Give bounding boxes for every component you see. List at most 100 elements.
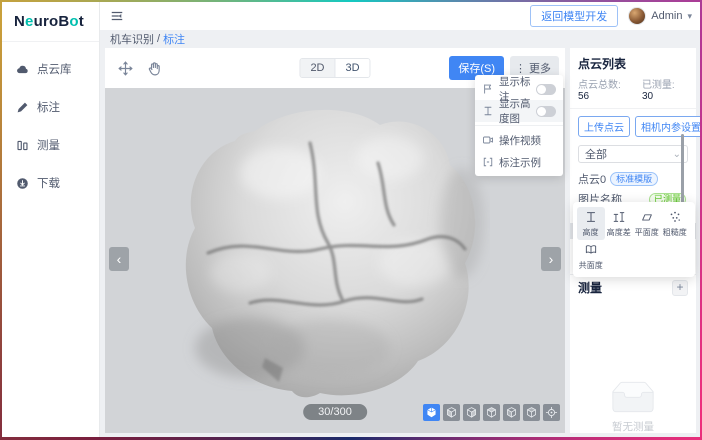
app-logo: NeuroBot — [2, 2, 99, 42]
menu-item-show-heightmap[interactable]: 显示高度图 — [475, 100, 563, 122]
measure-title: 测量 — [578, 279, 602, 296]
panel-buttons: 上传点云 相机内参设置 — [570, 109, 696, 142]
view-2d-button[interactable]: 2D — [300, 59, 334, 77]
camera-params-button[interactable]: 相机内参设置 — [635, 116, 700, 137]
panel-stats: 点云总数: 56 已测量: 30 — [570, 74, 696, 109]
tool-coplanarity[interactable]: 共面度 — [577, 240, 605, 273]
sidebar: NeuroBot 点云库 标注 测量 下载 — [2, 2, 100, 437]
canvas-card: 2D 3D 保存(S) ⋮更多 — [105, 48, 565, 433]
dots-vertical-icon: ⋮ — [515, 62, 526, 75]
view-mode-toggle: 2D 3D — [299, 58, 370, 78]
screen-frame: NeuroBot 点云库 标注 测量 下载 — [0, 0, 702, 440]
download-icon — [16, 177, 29, 190]
collapse-menu-icon[interactable] — [110, 9, 124, 23]
menu-item-label: 标注示例 — [499, 155, 541, 170]
tool-label: 高度 — [583, 226, 599, 237]
avatar — [628, 7, 646, 25]
measured-value: 30 — [642, 91, 653, 102]
workspace: 2D 3D 保存(S) ⋮更多 — [100, 48, 700, 437]
pointcloud-group-row[interactable]: 点云0 标准模版 — [570, 169, 696, 191]
app-window: NeuroBot 点云库 标注 测量 下载 — [2, 2, 700, 437]
topbar-right: 返回模型开发 Admin ▾ — [530, 5, 692, 27]
cube-solid-icon — [425, 406, 438, 419]
tools-grid: 高度 高度差 平面度 — [577, 207, 691, 273]
more-dropdown-menu: 显示标注 显示高度图 操作视频 — [475, 75, 563, 176]
view-front-button[interactable] — [443, 404, 460, 421]
sidebar-item-pointcloud-library[interactable]: 点云库 — [2, 50, 99, 88]
locate-center-button[interactable] — [543, 404, 560, 421]
view-left-button[interactable] — [483, 404, 500, 421]
coplanarity-icon — [584, 243, 598, 257]
measure-section-header: 测量 + — [570, 279, 696, 296]
chevron-left-icon: ‹ — [117, 251, 122, 267]
prev-cloud-button[interactable]: ‹ — [109, 247, 129, 271]
tooth-3d-model[interactable] — [160, 103, 490, 403]
logo-text: t — [79, 13, 84, 30]
view-iso-button[interactable] — [423, 404, 440, 421]
sidebar-item-download[interactable]: 下载 — [2, 164, 99, 202]
tool-height[interactable]: 高度 — [577, 207, 605, 240]
breadcrumb-parent[interactable]: 机车识别 — [110, 31, 154, 47]
empty-state-text: 暂无测量 — [612, 419, 654, 434]
group-name: 点云0 — [578, 171, 606, 187]
caret-down-icon: ▾ — [687, 11, 692, 22]
height-icon — [584, 210, 598, 224]
example-brackets-icon — [482, 156, 494, 168]
pointcloud-panel: 点云列表 点云总数: 56 已测量: 30 上传点云 相机内参设置 全部 ⌄ — [570, 48, 696, 433]
view-top-button[interactable] — [523, 404, 540, 421]
show-heightmap-toggle[interactable] — [536, 106, 556, 117]
tool-label: 高度差 — [607, 226, 631, 237]
tool-label: 共面度 — [579, 259, 603, 270]
logo-text: uroB — [34, 13, 70, 30]
roughness-icon — [668, 210, 682, 224]
sidebar-nav: 点云库 标注 测量 下载 — [2, 42, 99, 202]
filter-selected-value: 全部 — [585, 146, 607, 162]
cube-right-icon — [505, 406, 518, 419]
view-3d-button[interactable]: 3D — [335, 59, 370, 77]
crosshair-icon — [545, 406, 558, 419]
cube-top-icon — [525, 406, 538, 419]
top-bar: 返回模型开发 Admin ▾ — [100, 2, 700, 30]
list-scrollbar[interactable] — [681, 134, 684, 210]
cube-front-icon — [445, 406, 458, 419]
user-menu[interactable]: Admin ▾ — [628, 7, 692, 25]
cube-back-icon — [465, 406, 478, 419]
flag-icon — [482, 83, 494, 95]
chevron-right-icon: › — [549, 251, 554, 267]
cloud-icon — [16, 63, 29, 76]
flatness-icon — [640, 210, 654, 224]
logo-gear-o-icon: o — [69, 13, 78, 30]
empty-inbox-icon — [605, 380, 661, 416]
show-annotation-toggle[interactable] — [536, 84, 556, 95]
panel-title: 点云列表 — [570, 48, 696, 74]
view-back-button[interactable] — [463, 404, 480, 421]
menu-item-annotation-example[interactable]: 标注示例 — [475, 151, 563, 173]
more-label: 更多 — [529, 60, 551, 76]
breadcrumb: 机车识别/标注 — [100, 30, 700, 48]
user-name: Admin — [651, 10, 682, 22]
sidebar-item-measure[interactable]: 测量 — [2, 126, 99, 164]
next-cloud-button[interactable]: › — [541, 247, 561, 271]
pen-icon — [16, 101, 29, 114]
tool-flatness[interactable]: 平面度 — [633, 207, 661, 240]
sidebar-item-label: 下载 — [37, 175, 60, 191]
sidebar-item-label: 标注 — [37, 99, 60, 115]
tool-roughness[interactable]: 粗糙度 — [661, 207, 689, 240]
logo-text: N — [14, 13, 25, 30]
total-value: 56 — [578, 91, 589, 102]
measure-tools-popover: 高度 高度差 平面度 — [573, 202, 695, 277]
add-measurement-button[interactable]: + — [672, 280, 688, 296]
template-tag: 标准模版 — [610, 172, 658, 186]
upload-pointcloud-button[interactable]: 上传点云 — [578, 116, 630, 137]
tool-label: 粗糙度 — [663, 226, 687, 237]
video-icon — [482, 134, 494, 146]
view-cube-buttons — [423, 404, 560, 421]
menu-item-tutorial-video[interactable]: 操作视频 — [475, 129, 563, 151]
sidebar-item-annotate[interactable]: 标注 — [2, 88, 99, 126]
tool-height-diff[interactable]: 高度差 — [605, 207, 633, 240]
pan-move-icon[interactable] — [117, 60, 134, 77]
view-right-button[interactable] — [503, 404, 520, 421]
hand-grab-icon[interactable] — [146, 60, 163, 77]
back-to-model-dev-button[interactable]: 返回模型开发 — [530, 5, 618, 27]
filter-select[interactable]: 全部 ⌄ — [578, 145, 688, 163]
